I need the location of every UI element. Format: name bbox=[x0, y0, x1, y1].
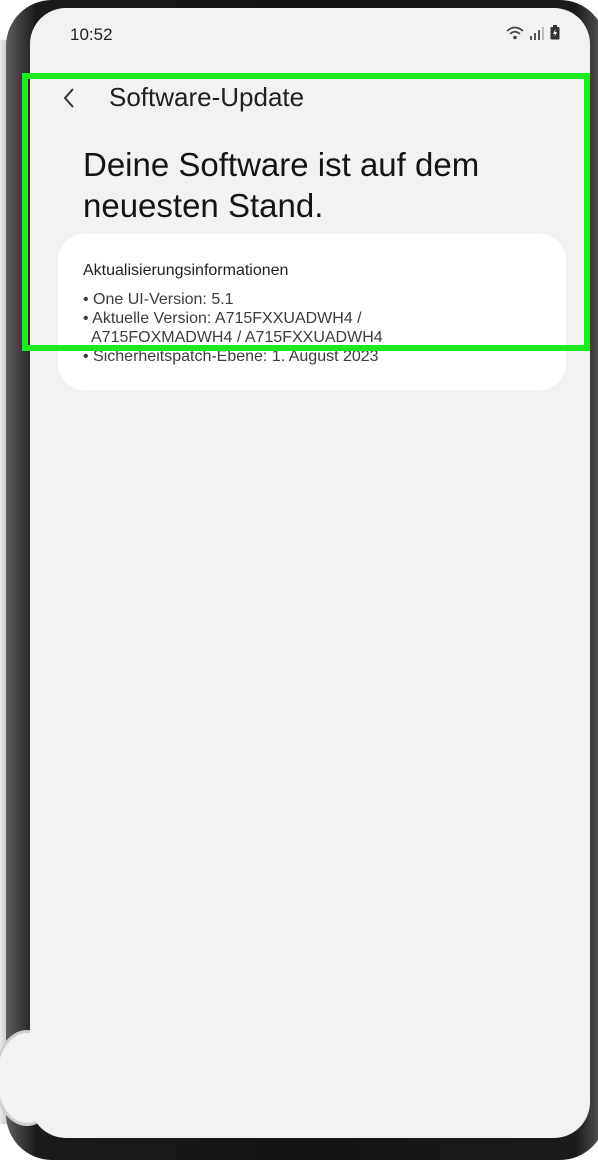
phone-screen: 10:52 Software-Update Deine Software ist… bbox=[30, 8, 590, 1138]
signal-icon bbox=[529, 26, 545, 40]
status-bar: 10:52 bbox=[30, 8, 590, 64]
list-item: • Aktuelle Version: A715FXXUADWH4 / bbox=[83, 310, 362, 327]
back-arrow-icon bbox=[63, 88, 74, 108]
status-icons bbox=[506, 25, 560, 40]
app-bar: Software-Update bbox=[30, 74, 590, 124]
card-title: Aktualisierungsinformationen bbox=[83, 262, 289, 279]
info-list: • One UI-Version: 5.1 • Aktuelle Version… bbox=[83, 290, 553, 366]
battery-icon bbox=[550, 25, 560, 40]
page-title: Software-Update bbox=[109, 82, 305, 112]
update-status-headline: Deine Software ist auf dem neuesten Stan… bbox=[83, 146, 480, 224]
back-button[interactable] bbox=[54, 78, 84, 118]
list-item: • Sicherheitspatch-Ebene: 1. August 2023 bbox=[83, 348, 379, 365]
status-time: 10:52 bbox=[70, 25, 113, 44]
list-item: • One UI-Version: 5.1 bbox=[83, 291, 234, 308]
update-info-card: Aktualisierungsinformationen • One UI-Ve… bbox=[58, 234, 566, 390]
wifi-icon bbox=[506, 26, 524, 40]
list-item: A715FOXMADWH4 / A715FXXUADWH4 bbox=[83, 329, 383, 346]
